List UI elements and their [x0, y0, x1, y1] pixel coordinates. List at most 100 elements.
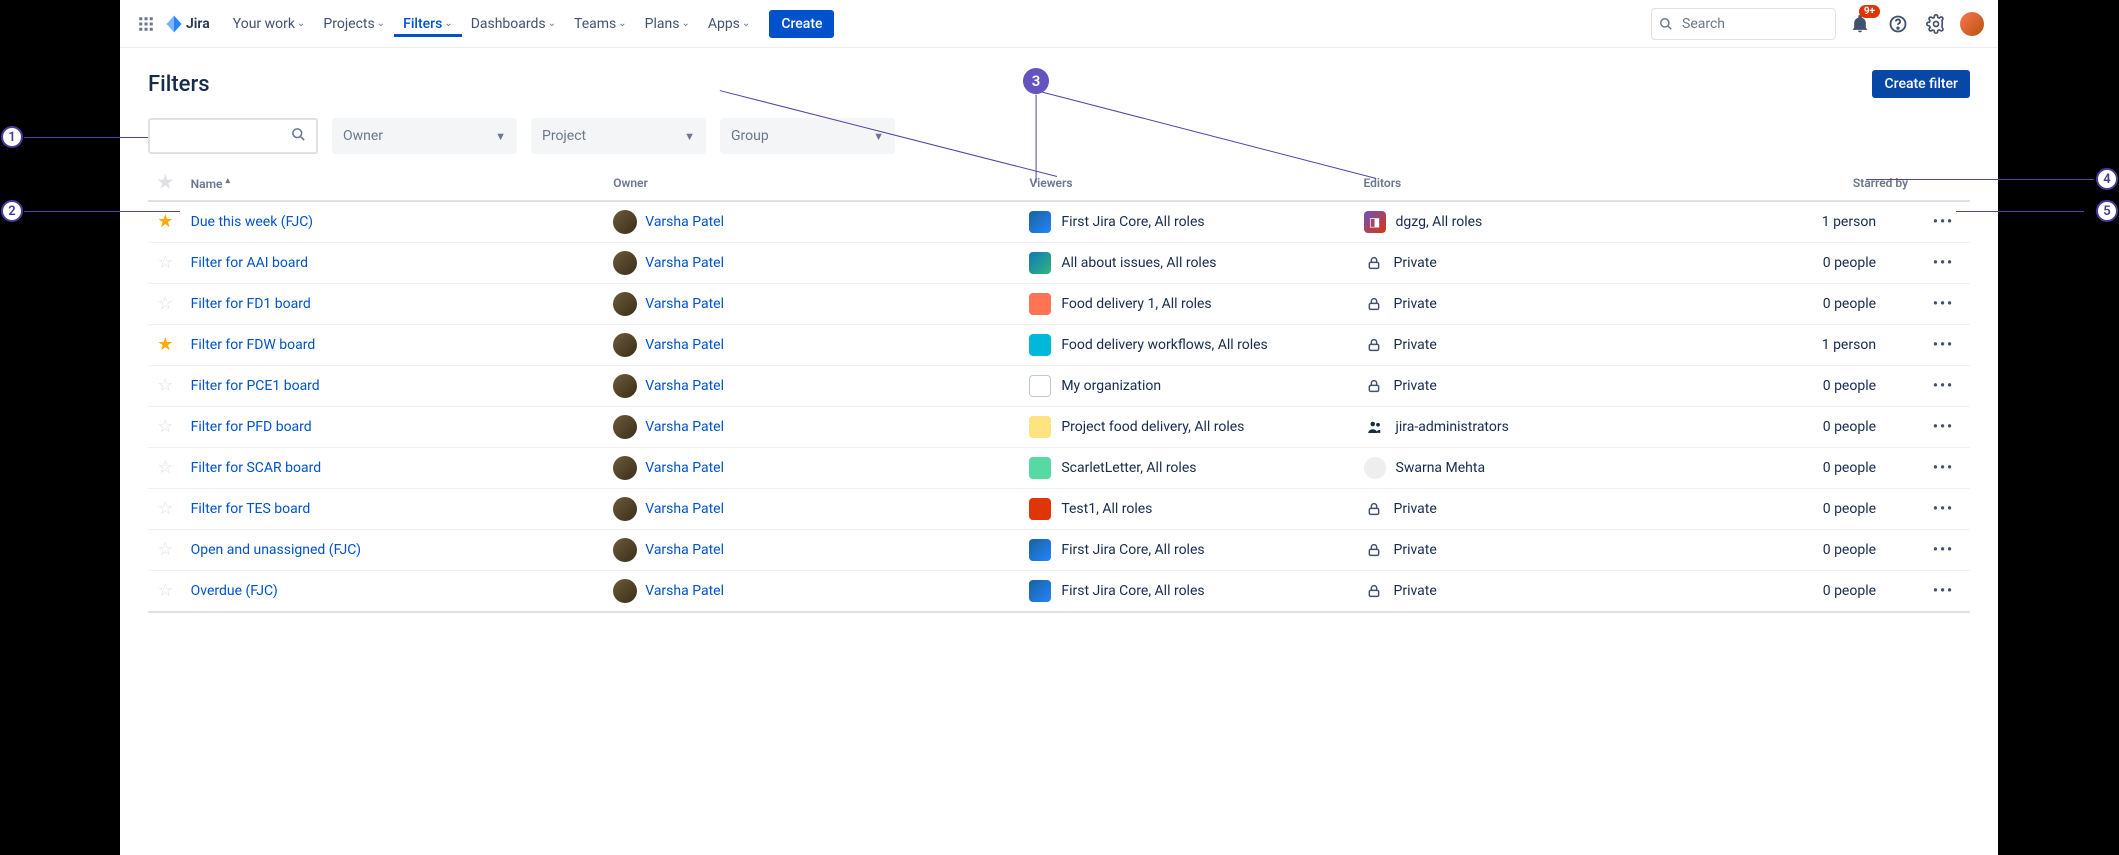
- more-actions-button[interactable]: •••: [1933, 378, 1962, 394]
- column-viewers[interactable]: Viewers: [1021, 168, 1355, 201]
- table-row: ☆Overdue (FJC)Varsha PatelFirst Jira Cor…: [148, 571, 1970, 613]
- starred-by-count: 0 people: [1690, 530, 1916, 571]
- more-actions-button[interactable]: •••: [1933, 337, 1962, 353]
- star-toggle[interactable]: ☆: [157, 539, 173, 560]
- owner-avatar: [613, 538, 637, 562]
- star-toggle[interactable]: ★: [157, 211, 173, 232]
- more-actions-button[interactable]: •••: [1933, 214, 1962, 230]
- column-name[interactable]: Name ▴: [183, 168, 606, 201]
- annotation-4: 4: [2096, 168, 2118, 190]
- group-filter-dropdown[interactable]: Group▼: [720, 118, 895, 154]
- top-nav: Jira Your work⌄Projects⌄Filters⌄Dashboar…: [120, 0, 1998, 48]
- column-editors[interactable]: Editors: [1356, 168, 1690, 201]
- lock-icon: [1364, 334, 1384, 356]
- nav-item-plans[interactable]: Plans⌄: [636, 12, 699, 36]
- more-actions-button[interactable]: •••: [1933, 583, 1962, 599]
- nav-item-your-work[interactable]: Your work⌄: [224, 12, 315, 36]
- filter-name-link[interactable]: Filter for TES board: [191, 501, 311, 517]
- filter-name-link[interactable]: Due this week (FJC): [191, 214, 313, 230]
- viewers-text: Food delivery 1, All roles: [1061, 296, 1211, 312]
- owner-link[interactable]: Varsha Patel: [645, 337, 724, 353]
- owner-link[interactable]: Varsha Patel: [645, 255, 724, 271]
- owner-link[interactable]: Varsha Patel: [645, 460, 724, 476]
- filter-name-link[interactable]: Filter for SCAR board: [191, 460, 321, 476]
- more-actions-button[interactable]: •••: [1933, 501, 1962, 517]
- owner-link[interactable]: Varsha Patel: [645, 501, 724, 517]
- owner-filter-dropdown[interactable]: Owner▼: [332, 118, 517, 154]
- starred-by-count: 0 people: [1690, 284, 1916, 325]
- chevron-down-icon: ▼: [684, 130, 695, 143]
- lock-icon: [1364, 539, 1384, 561]
- filter-name-link[interactable]: Overdue (FJC): [191, 583, 278, 599]
- editors-text: jira-administrators: [1396, 419, 1509, 435]
- star-toggle[interactable]: ☆: [157, 375, 173, 396]
- create-button[interactable]: Create: [769, 10, 834, 38]
- starred-by-count: 1 person: [1690, 325, 1916, 366]
- editors-text: Private: [1394, 501, 1437, 517]
- more-actions-button[interactable]: •••: [1933, 296, 1962, 312]
- star-toggle[interactable]: ☆: [157, 416, 173, 437]
- chevron-down-icon: ⌄: [297, 18, 305, 29]
- star-toggle[interactable]: ★: [157, 334, 173, 355]
- help-icon[interactable]: [1884, 10, 1912, 38]
- user-avatar-icon: [1364, 457, 1386, 479]
- chevron-down-icon: ⌄: [742, 18, 750, 29]
- nav-item-apps[interactable]: Apps⌄: [699, 12, 759, 36]
- viewers-text: Food delivery workflows, All roles: [1061, 337, 1267, 353]
- annotation-1: 1: [1, 126, 23, 148]
- nav-item-dashboards[interactable]: Dashboards⌄: [462, 12, 565, 36]
- star-toggle[interactable]: ☆: [157, 498, 173, 519]
- project-icon: [1029, 498, 1051, 520]
- filter-search-input[interactable]: [148, 118, 318, 154]
- nav-item-teams[interactable]: Teams⌄: [565, 12, 636, 36]
- filter-name-link[interactable]: Filter for FD1 board: [191, 296, 311, 312]
- owner-link[interactable]: Varsha Patel: [645, 296, 724, 312]
- table-row: ☆Filter for SCAR boardVarsha PatelScarle…: [148, 448, 1970, 489]
- viewers-text: Test1, All roles: [1061, 501, 1152, 517]
- editors-text: Private: [1394, 583, 1437, 599]
- create-filter-button[interactable]: Create filter: [1872, 70, 1970, 98]
- column-starred-by[interactable]: Starred by: [1690, 168, 1916, 201]
- nav-item-projects[interactable]: Projects⌄: [314, 12, 394, 36]
- table-row: ☆Filter for PFD boardVarsha PatelProject…: [148, 407, 1970, 448]
- owner-avatar: [613, 251, 637, 275]
- filter-name-link[interactable]: Filter for PCE1 board: [191, 378, 320, 394]
- editors-text: Private: [1394, 542, 1437, 558]
- viewers-text: First Jira Core, All roles: [1061, 214, 1204, 230]
- owner-link[interactable]: Varsha Patel: [645, 419, 724, 435]
- lock-icon: [1364, 498, 1384, 520]
- nav-item-filters[interactable]: Filters⌄: [394, 12, 462, 36]
- star-toggle[interactable]: ☆: [157, 457, 173, 478]
- notifications-icon[interactable]: 9+: [1846, 10, 1874, 38]
- profile-avatar[interactable]: [1960, 12, 1984, 36]
- star-toggle[interactable]: ☆: [157, 580, 173, 601]
- star-toggle[interactable]: ☆: [157, 293, 173, 314]
- app-switcher-icon[interactable]: [134, 12, 158, 36]
- column-star[interactable]: ★: [148, 168, 183, 201]
- settings-icon[interactable]: [1922, 10, 1950, 38]
- more-actions-button[interactable]: •••: [1933, 419, 1962, 435]
- owner-link[interactable]: Varsha Patel: [645, 542, 724, 558]
- filter-name-link[interactable]: Filter for FDW board: [191, 337, 316, 353]
- search-input[interactable]: [1651, 8, 1836, 40]
- editors-text: Swarna Mehta: [1396, 460, 1486, 476]
- project-filter-dropdown[interactable]: Project▼: [531, 118, 706, 154]
- starred-by-count: 0 people: [1690, 243, 1916, 284]
- filter-name-link[interactable]: Filter for PFD board: [191, 419, 312, 435]
- table-row: ☆ Filter for FD1 board Varsha Patel Food de…: [148, 284, 1970, 325]
- column-owner[interactable]: Owner: [605, 168, 1021, 201]
- table-row: ★ Filter for FDW board Varsha Patel Food de…: [148, 325, 1970, 366]
- project-icon: [1029, 539, 1051, 561]
- jira-logo[interactable]: Jira: [164, 14, 210, 34]
- filter-name-link[interactable]: Filter for AAI board: [191, 255, 308, 271]
- more-actions-button[interactable]: •••: [1933, 255, 1962, 271]
- chevron-down-icon: ⌄: [618, 18, 626, 29]
- star-toggle[interactable]: ☆: [157, 252, 173, 273]
- more-actions-button[interactable]: •••: [1933, 460, 1962, 476]
- owner-link[interactable]: Varsha Patel: [645, 214, 724, 230]
- owner-link[interactable]: Varsha Patel: [645, 378, 724, 394]
- owner-link[interactable]: Varsha Patel: [645, 583, 724, 599]
- more-actions-button[interactable]: •••: [1933, 542, 1962, 558]
- table-row: ☆Filter for AAI boardVarsha PatelAll abo…: [148, 243, 1970, 284]
- filter-name-link[interactable]: Open and unassigned (FJC): [191, 542, 361, 558]
